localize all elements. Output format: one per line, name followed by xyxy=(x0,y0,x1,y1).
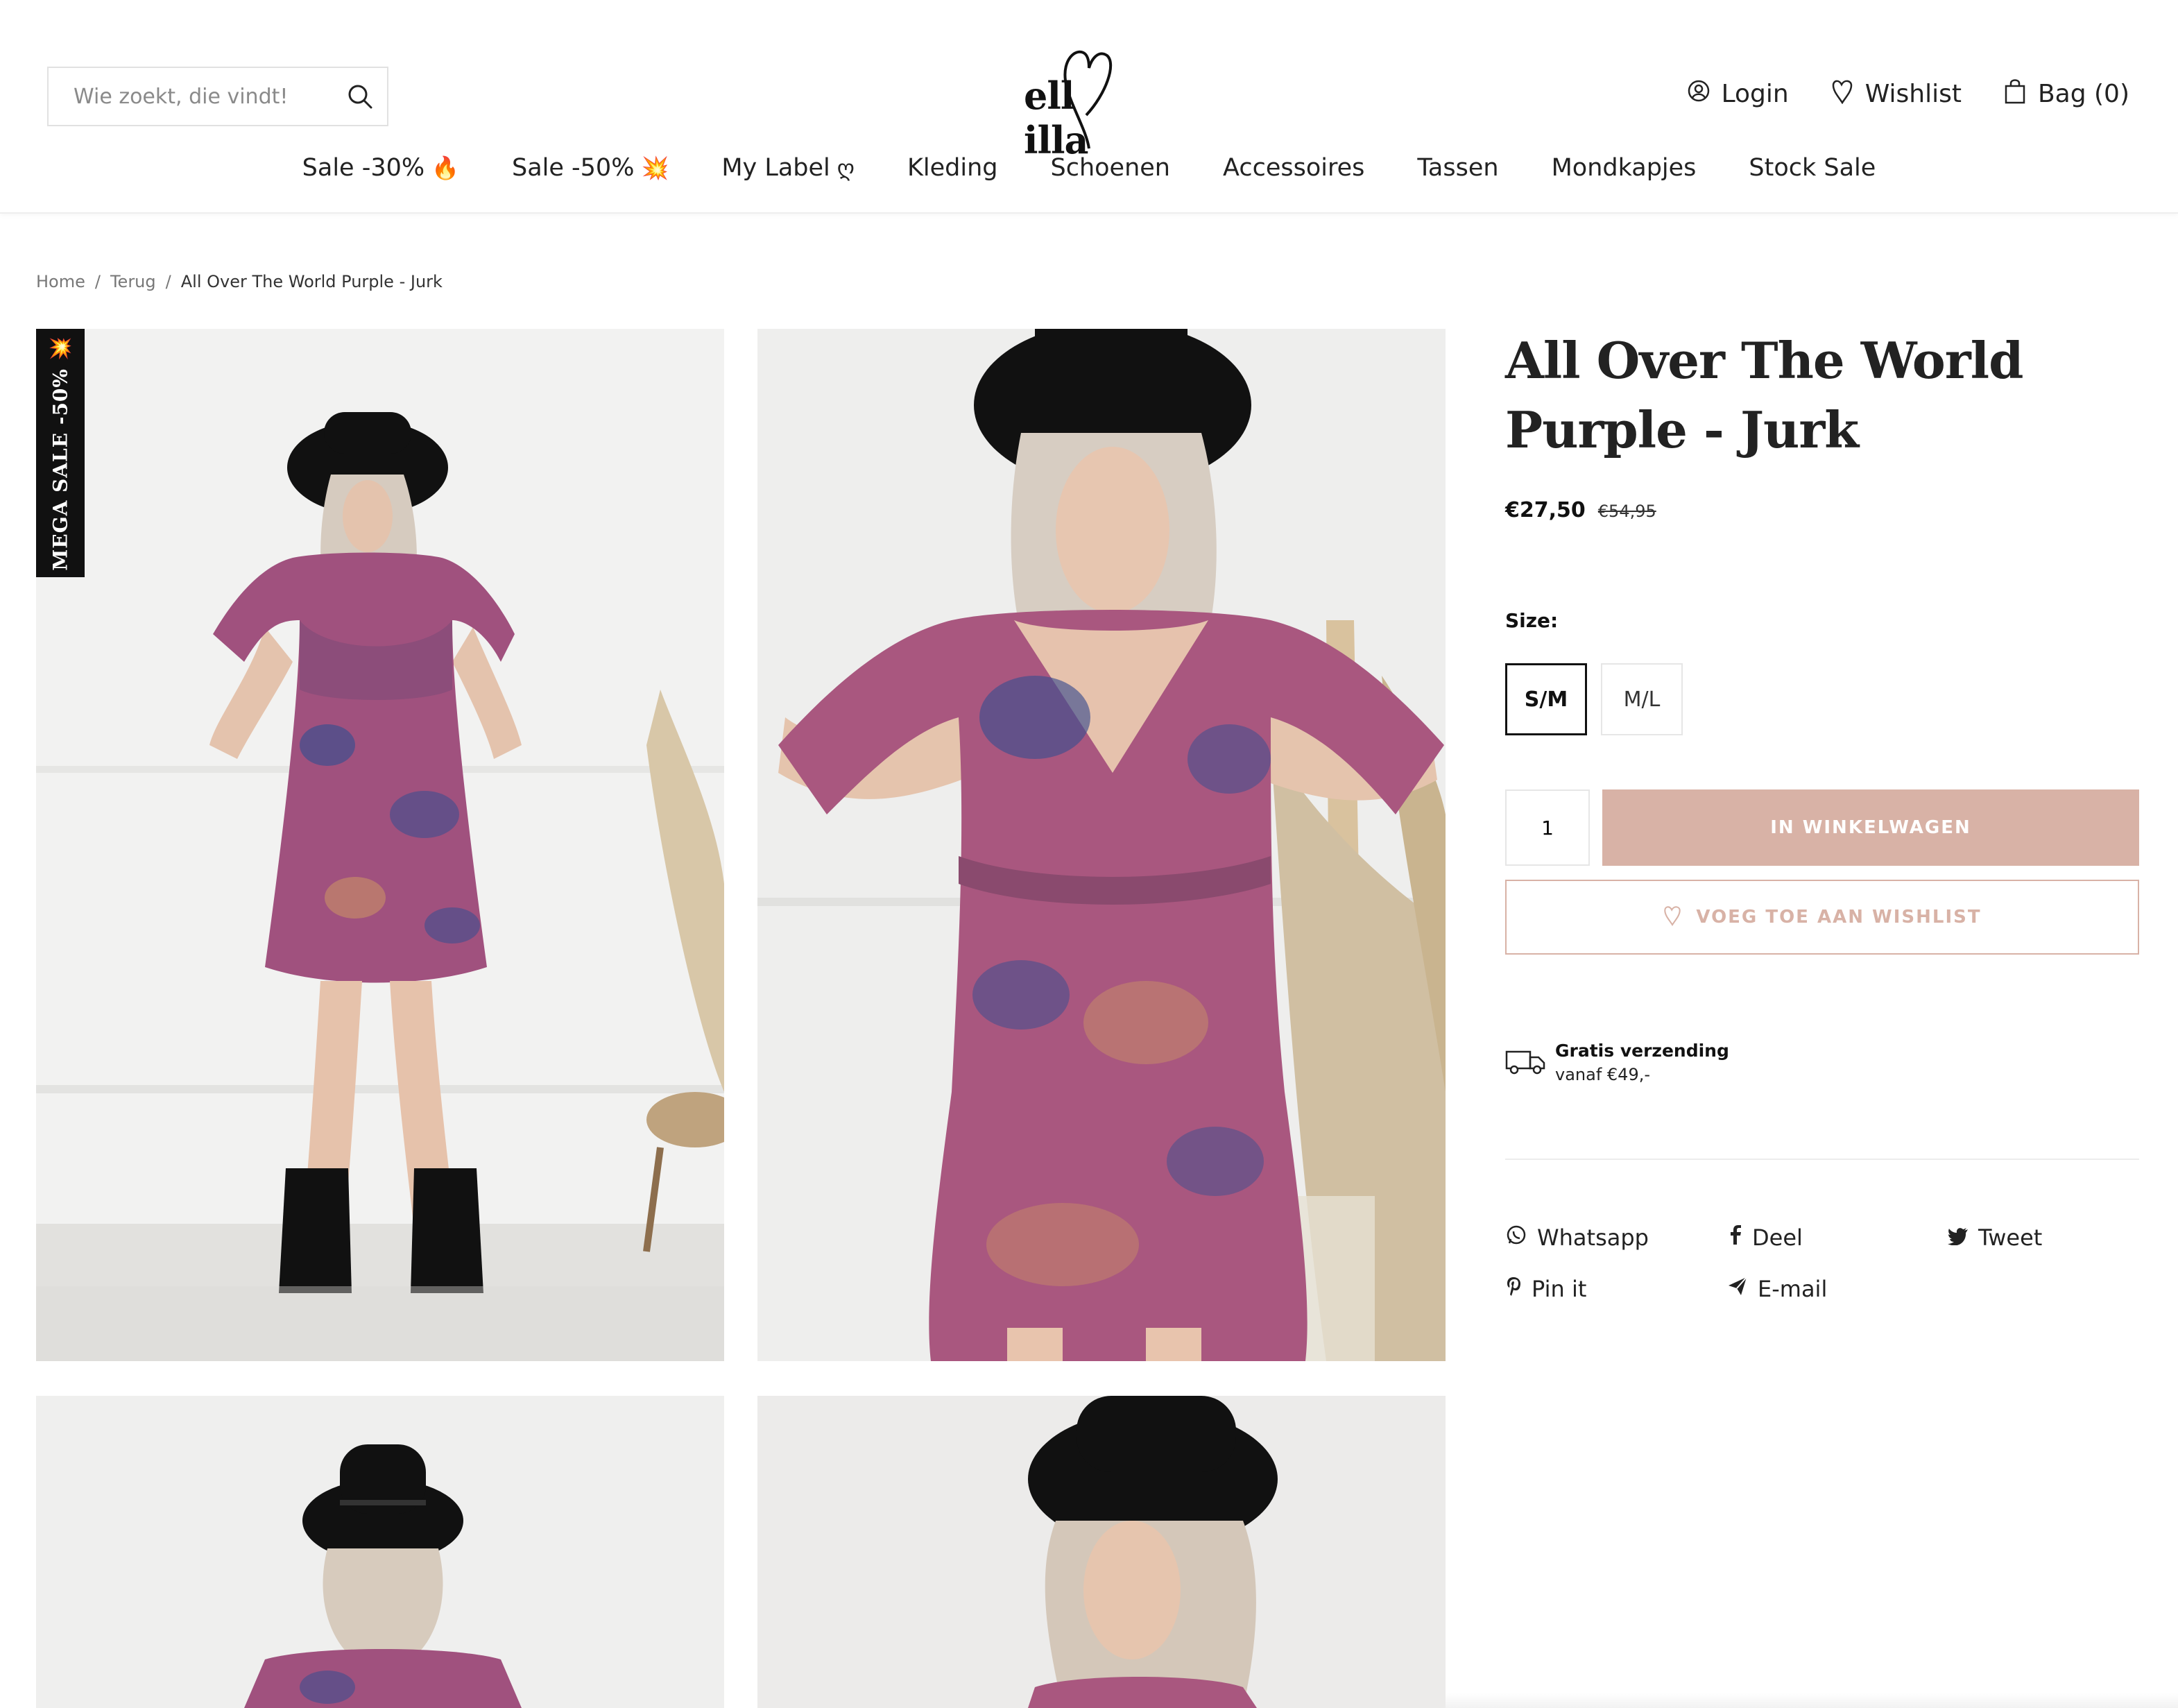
heart-flourish-icon: ღ xyxy=(837,155,855,181)
share-pinterest-label: Pin it xyxy=(1532,1276,1587,1302)
badge-text: MEGA SALE -50% 💥 xyxy=(49,335,72,571)
nav-item-sale-30[interactable]: Sale -30% 🔥 xyxy=(302,154,459,182)
nav-label: Sale -30% xyxy=(302,154,425,182)
pinterest-icon xyxy=(1505,1275,1522,1303)
shipping-info: Gratis verzending vanaf €49,- xyxy=(1505,1039,1729,1086)
search-input[interactable] xyxy=(49,68,332,125)
breadcrumb-back[interactable]: Terug xyxy=(110,272,156,291)
quantity-box xyxy=(1505,789,1590,866)
main-nav: Sale -30% 🔥 Sale -50% 💥 My Label ღ Kleding … xyxy=(0,154,2178,182)
product-photo-back[interactable] xyxy=(36,1396,724,1708)
page-fade xyxy=(1446,1693,2178,1708)
nav-label: Mondkapjes xyxy=(1551,154,1697,182)
product-photo-front-closeup[interactable] xyxy=(757,329,1446,1361)
share-whatsapp[interactable]: Whatsapp xyxy=(1505,1224,1727,1252)
truck-icon xyxy=(1505,1048,1545,1078)
size-selector: S/M M/L xyxy=(1505,663,1683,735)
size-option-m-l[interactable]: M/L xyxy=(1601,663,1683,735)
share-pinterest[interactable]: Pin it xyxy=(1505,1275,1727,1303)
nav-item-kleding[interactable]: Kleding xyxy=(907,154,998,182)
size-label: Size: xyxy=(1505,609,1559,632)
search-icon[interactable] xyxy=(332,68,387,125)
nav-label: Stock Sale xyxy=(1749,154,1876,182)
divider xyxy=(1505,1159,2139,1160)
product-photo-portrait[interactable] xyxy=(757,1396,1446,1708)
wishlist-button-label: VOEG TOE AAN WISHLIST xyxy=(1696,907,1982,928)
explosion-icon: 💥 xyxy=(641,155,669,181)
nav-item-tassen[interactable]: Tassen xyxy=(1417,154,1498,182)
breadcrumb-separator: / xyxy=(94,272,101,291)
shipping-title: Gratis verzending xyxy=(1555,1041,1729,1061)
wishlist-label: Wishlist xyxy=(1864,80,1962,108)
share-twitter-label: Tweet xyxy=(1978,1224,2043,1251)
login-link[interactable]: Login xyxy=(1687,79,1789,109)
bag-link[interactable]: Bag (0) xyxy=(2003,78,2129,110)
price-current: €27,50 xyxy=(1505,498,1586,522)
heart-icon xyxy=(1663,904,1682,931)
breadcrumb-home[interactable]: Home xyxy=(36,272,85,291)
add-to-wishlist-button[interactable]: VOEG TOE AAN WISHLIST xyxy=(1505,880,2139,955)
nav-item-sale-50[interactable]: Sale -50% 💥 xyxy=(512,154,669,182)
nav-label: My Label xyxy=(721,154,830,182)
share-links: Whatsapp Deel Tweet Pin it E-mail xyxy=(1505,1224,2150,1303)
quantity-input[interactable] xyxy=(1507,791,1588,864)
product-title: All Over The World Purple - Jurk xyxy=(1505,331,2023,459)
nav-item-stock-sale[interactable]: Stock Sale xyxy=(1749,154,1876,182)
product-price: €27,50 €54,95 xyxy=(1505,498,1656,522)
shopping-bag-icon xyxy=(2003,78,2027,110)
price-original: €54,95 xyxy=(1597,502,1656,521)
nav-label: Sale -50% xyxy=(511,154,635,182)
twitter-icon xyxy=(1948,1224,1969,1251)
breadcrumb-current: All Over The World Purple - Jurk xyxy=(180,272,443,291)
nav-label: Tassen xyxy=(1417,154,1499,182)
site-logo[interactable]: ell illa xyxy=(1020,25,1158,162)
breadcrumb-separator: / xyxy=(165,272,171,291)
account-nav: Login Wishlist Bag (0) xyxy=(1687,78,2129,110)
nav-item-my-label[interactable]: My Label ღ xyxy=(721,154,855,182)
wishlist-link[interactable]: Wishlist xyxy=(1830,78,1962,110)
whatsapp-icon xyxy=(1505,1224,1527,1252)
facebook-icon xyxy=(1727,1224,1742,1252)
logo-wordmark: ell illa xyxy=(1024,74,1129,162)
share-twitter[interactable]: Tweet xyxy=(1948,1224,2150,1252)
share-facebook-label: Deel xyxy=(1752,1224,1803,1251)
add-to-cart-button[interactable]: IN WINKELWAGEN xyxy=(1602,789,2139,866)
nav-item-accessoires[interactable]: Accessoires xyxy=(1223,154,1364,182)
nav-item-schoenen[interactable]: Schoenen xyxy=(1051,154,1171,182)
login-label: Login xyxy=(1721,80,1789,108)
fire-icon: 🔥 xyxy=(431,155,459,181)
heart-icon xyxy=(1830,78,1854,110)
send-icon xyxy=(1727,1276,1748,1302)
share-facebook[interactable]: Deel xyxy=(1727,1224,1948,1252)
share-email[interactable]: E-mail xyxy=(1727,1275,1948,1303)
search-box xyxy=(47,67,388,126)
share-whatsapp-label: Whatsapp xyxy=(1537,1224,1649,1251)
product-photo-front-full[interactable] xyxy=(36,329,724,1361)
shipping-subtitle: vanaf €49,- xyxy=(1555,1065,1651,1084)
breadcrumb: Home / Terug / All Over The World Purple… xyxy=(36,272,443,291)
site-header: ell illa Login Wishlist Bag (0) Sale -30… xyxy=(0,0,2178,214)
nav-item-mondkapjes[interactable]: Mondkapjes xyxy=(1552,154,1697,182)
size-option-s-m[interactable]: S/M xyxy=(1505,663,1587,735)
nav-label: Accessoires xyxy=(1223,154,1365,182)
mega-sale-badge: MEGA SALE -50% 💥 xyxy=(36,329,85,577)
share-email-label: E-mail xyxy=(1758,1276,1828,1302)
nav-label: Kleding xyxy=(907,154,998,182)
user-icon xyxy=(1687,79,1710,109)
bag-label: Bag (0) xyxy=(2037,80,2129,108)
nav-label: Schoenen xyxy=(1050,154,1171,182)
